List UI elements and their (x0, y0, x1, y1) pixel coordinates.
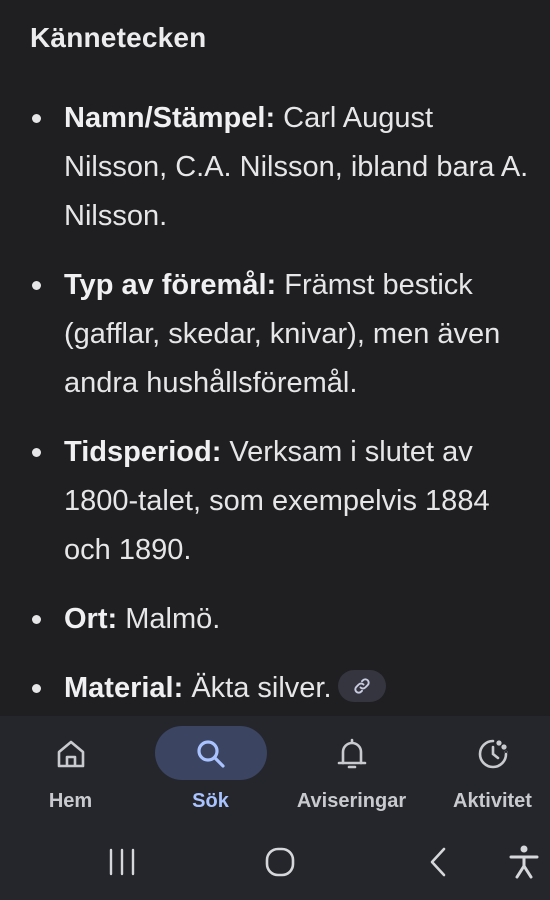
activity-icon (478, 739, 507, 769)
nav-label: Aviseringar (296, 790, 407, 812)
bell-icon (337, 738, 366, 769)
home-icon (57, 740, 84, 768)
bullet-point (32, 684, 41, 693)
feature-label: Ort: (64, 603, 118, 635)
list-item: Typ av föremål: Främst bestick (gafflar,… (0, 261, 550, 408)
nav-item-aviseringar[interactable]: Aviseringar (283, 716, 420, 824)
nav-item-aktivitet[interactable]: Aktivitet (424, 716, 550, 824)
bottom-navigation: Hem Sök Aviseringar Aktivitet (0, 716, 550, 824)
back-icon[interactable] (414, 838, 462, 886)
feature-label: Material: (64, 672, 184, 704)
bullet-point (32, 281, 41, 290)
bullet-point (32, 448, 41, 457)
feature-label: Namn/Stämpel: (64, 102, 276, 134)
system-navigation-bar (0, 824, 550, 900)
section-heading: Kännetecken (30, 22, 207, 53)
nav-label: Sök (192, 790, 229, 812)
feature-text: Äkta silver. (183, 672, 332, 704)
search-icon (196, 740, 225, 768)
nav-label: Aktivitet (453, 790, 532, 812)
feature-label: Typ av föremål: (64, 269, 277, 301)
list-item: Tidsperiod: Verksam i slutet av 1800-tal… (0, 428, 550, 575)
feature-label: Tidsperiod: (64, 436, 222, 468)
list-item: Namn/Stämpel: Carl August Nilsson, C.A. … (0, 94, 550, 241)
accessibility-icon[interactable] (500, 838, 548, 886)
feature-list: Namn/Stämpel: Carl August Nilsson, C.A. … (0, 94, 550, 716)
recents-icon[interactable] (98, 838, 146, 886)
list-item: Material: Äkta silver. (0, 664, 550, 713)
nav-item-hem[interactable]: Hem (2, 716, 139, 824)
link-icon (353, 678, 370, 694)
home-circle-icon[interactable] (256, 838, 304, 886)
nav-label: Hem (48, 790, 93, 812)
results-content: Kännetecken Namn/Stämpel: Carl August Ni… (0, 0, 550, 716)
feature-text: Malmö. (117, 603, 221, 635)
list-item: Ort: Malmö. (0, 595, 550, 644)
source-link-button[interactable] (337, 670, 386, 703)
nav-item-sok[interactable]: Sök (142, 716, 279, 824)
bullet-point (32, 615, 41, 624)
bullet-point (32, 114, 41, 123)
